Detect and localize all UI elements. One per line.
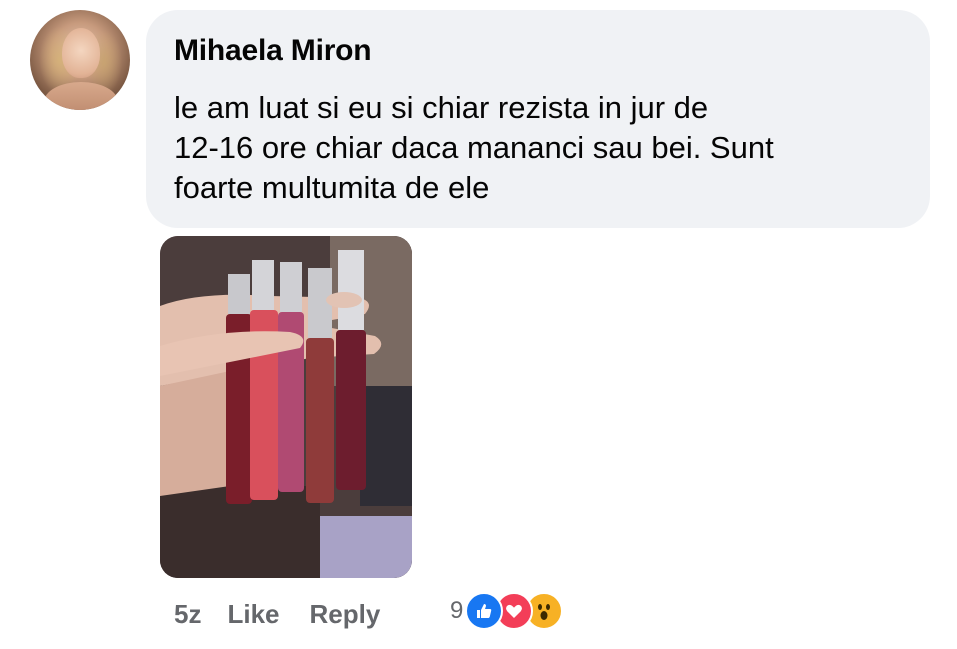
reactions-summary[interactable]: 9 bbox=[450, 592, 564, 630]
avatar-face bbox=[62, 28, 100, 78]
comment-actions: 5z Like Reply bbox=[174, 596, 380, 632]
lipgloss-photo-image bbox=[160, 236, 412, 578]
comment-timestamp[interactable]: 5z bbox=[174, 599, 201, 630]
reaction-count: 9 bbox=[450, 597, 464, 624]
comment-text: le am luat si eu si chiar rezista in jur… bbox=[174, 88, 914, 208]
reply-button[interactable]: Reply bbox=[310, 599, 381, 630]
like-button[interactable]: Like bbox=[227, 599, 279, 630]
comment-photo[interactable] bbox=[160, 236, 412, 578]
comment-author[interactable]: Mihaela Miron bbox=[174, 34, 372, 68]
comment: Mihaela Miron le am luat si eu si chiar … bbox=[0, 0, 957, 649]
comment-text-line: le am luat si eu si chiar rezista in jur… bbox=[174, 90, 709, 125]
comment-bubble: Mihaela Miron le am luat si eu si chiar … bbox=[146, 10, 930, 228]
avatar[interactable] bbox=[30, 10, 130, 110]
comment-text-line: 12-16 ore chiar daca mananci sau bei. Su… bbox=[174, 130, 774, 165]
like-icon bbox=[465, 592, 504, 630]
comment-text-line: foarte multumita de ele bbox=[174, 170, 490, 205]
